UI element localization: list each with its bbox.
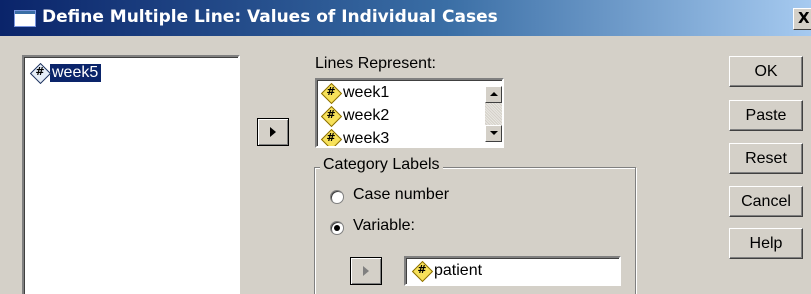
numeric-variable-icon: # — [412, 261, 432, 281]
list-item-label: week5 — [50, 64, 102, 82]
help-button[interactable]: Help — [729, 228, 803, 259]
case-number-radio[interactable] — [330, 190, 344, 204]
move-to-lines-button[interactable] — [257, 118, 289, 146]
title-bar: Define Multiple Line: Values of Individu… — [0, 0, 811, 36]
window-title: Define Multiple Line: Values of Individu… — [42, 7, 498, 27]
list-item[interactable]: # week5 — [30, 62, 102, 84]
paste-button[interactable]: Paste — [729, 100, 803, 131]
case-number-label[interactable]: Case number — [353, 186, 449, 204]
variable-label[interactable]: Variable: — [353, 217, 415, 235]
lines-represent-label: Lines Represent: — [315, 55, 436, 72]
dialog-window: Define Multiple Line: Values of Individu… — [0, 0, 811, 294]
reset-button[interactable]: Reset — [729, 143, 803, 174]
list-item-label: week2 — [343, 107, 390, 124]
lines-represent-list[interactable]: # week1 # week2 # week3 — [315, 78, 504, 148]
category-variable-label: patient — [434, 262, 483, 279]
category-variable-field[interactable]: # patient — [404, 256, 621, 286]
numeric-variable-icon: # — [321, 129, 341, 146]
close-button[interactable]: X — [793, 8, 811, 30]
scroll-up-icon — [490, 92, 498, 96]
numeric-variable-icon: # — [30, 63, 50, 83]
numeric-variable-icon: # — [321, 106, 341, 126]
list-item-label: week1 — [343, 84, 390, 101]
list-item[interactable]: # week1 — [321, 82, 392, 104]
variable-radio[interactable] — [330, 221, 344, 235]
numeric-variable-icon: # — [321, 83, 341, 103]
right-arrow-icon — [363, 266, 369, 276]
ok-button[interactable]: OK — [729, 56, 803, 87]
move-to-category-button[interactable] — [350, 257, 382, 285]
window-icon — [14, 10, 36, 27]
cancel-button[interactable]: Cancel — [729, 186, 803, 217]
list-item[interactable]: # week2 — [321, 105, 392, 127]
list-item-label: week3 — [343, 130, 390, 147]
category-variable-item[interactable]: # patient — [412, 260, 485, 282]
scroll-track[interactable] — [485, 103, 502, 125]
source-variable-list[interactable]: # week5 — [22, 55, 240, 294]
scroll-down-icon — [490, 131, 498, 135]
list-item[interactable]: # week3 — [321, 128, 392, 147]
category-labels-legend: Category Labels — [320, 156, 443, 174]
right-arrow-icon — [270, 127, 276, 137]
scroll-down-button[interactable] — [485, 125, 502, 142]
scroll-up-button[interactable] — [485, 86, 502, 103]
